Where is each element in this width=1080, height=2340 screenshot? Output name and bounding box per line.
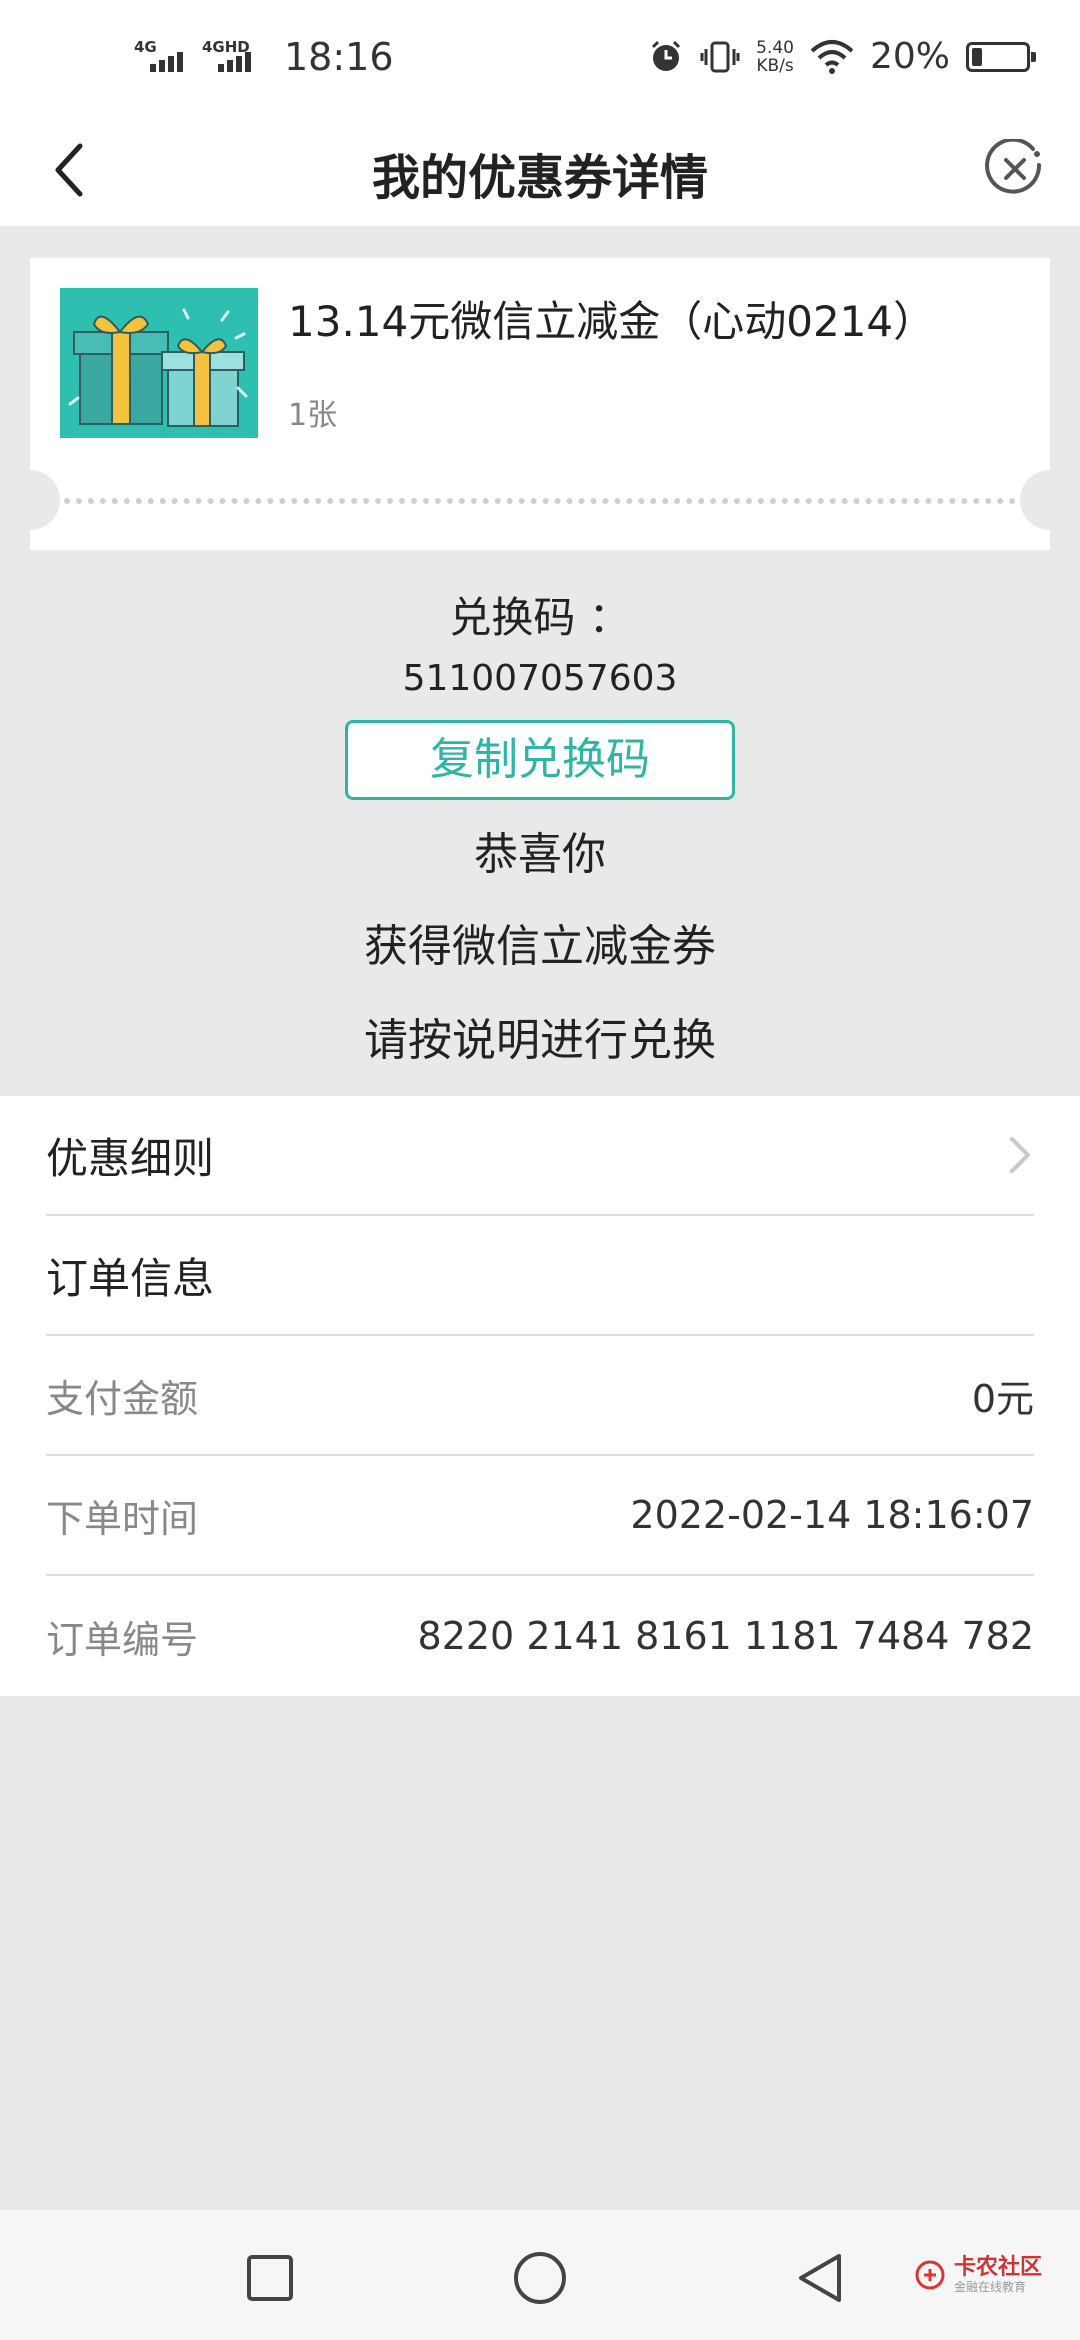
order-number-row: 订单编号 8220 2141 8161 1181 7484 782 (46, 1576, 1034, 1696)
chevron-right-icon (1006, 1135, 1034, 1175)
triangle-back-icon (799, 2254, 841, 2302)
order-number-key: 订单编号 (46, 1617, 199, 1662)
coupon-count: 1张 (288, 398, 338, 433)
vibrate-icon (700, 41, 740, 72)
details-panel: 优惠细则 订单信息 支付金额 0元 下单时间 2022-02-14 18:16:… (0, 1096, 1080, 1696)
watermark-subtitle: 金融在线教育 (953, 2280, 1026, 2294)
clock: 18:16 (284, 35, 394, 79)
coupon-card: 13.14元微信立减金（心动0214） 1张 (0, 258, 1080, 550)
instruction-text: 请按说明进行兑换 (364, 1015, 716, 1066)
signal-icon-1: 4G (134, 34, 192, 80)
close-circle-icon (985, 139, 1042, 194)
rules-row[interactable]: 优惠细则 (46, 1096, 1034, 1216)
order-time-value: 2022-02-14 18:16:07 (630, 1493, 1034, 1537)
system-nav-bar: 卡农社区 金融在线教育 (0, 2210, 1080, 2340)
coupon-name: 13.14元微信立减金（心动0214） (288, 297, 936, 346)
wifi-icon (810, 39, 854, 74)
rules-label: 优惠细则 (46, 1133, 215, 1183)
congrats-text: 恭喜你 (474, 829, 606, 880)
gift-boxes-icon (60, 288, 258, 438)
payment-amount-key: 支付金额 (46, 1376, 199, 1421)
page-title: 我的优惠券详情 (371, 150, 708, 206)
reward-text: 获得微信立减金券 (364, 921, 716, 972)
redeem-code-label: 兑换码 ： (449, 593, 631, 642)
status-right: 5.40 KB/s 20% (648, 36, 1036, 77)
net-speed-unit: KB/s (756, 55, 794, 76)
battery-percent: 20% (869, 36, 950, 77)
watermark-title: 卡农社区 (953, 2255, 1042, 2280)
order-time-key: 下单时间 (46, 1496, 199, 1541)
payment-amount-row: 支付金额 0元 (46, 1336, 1034, 1456)
status-left: 4G 4GHD 18:16 (134, 34, 394, 80)
battery-icon (966, 41, 1036, 72)
order-number-value: 8220 2141 8161 1181 7484 782 (417, 1614, 1034, 1658)
coupon-notch-left (0, 470, 60, 530)
close-button[interactable] (980, 134, 1050, 204)
copy-code-button[interactable]: 复制兑换码 (345, 720, 735, 800)
square-icon (247, 2255, 293, 2301)
status-bar: 4G 4GHD 18:16 5.40 KB/s 20% (0, 0, 1080, 118)
net-speed: 5.40 KB/s (756, 39, 794, 75)
watermark-logo-icon (915, 2260, 945, 2290)
net-speed-value: 5.40 (756, 37, 794, 58)
home-button[interactable] (500, 2238, 580, 2318)
order-info-header: 订单信息 (46, 1216, 1034, 1336)
alarm-icon (652, 40, 681, 71)
coupon-divider (64, 498, 1016, 504)
battery-fill (972, 47, 982, 66)
order-info-label: 订单信息 (46, 1253, 215, 1303)
coupon-notch-right (1020, 470, 1080, 530)
signal-icon-2: 4GHD (202, 34, 260, 80)
payment-amount-value: 0元 (971, 1376, 1034, 1421)
title-bar: 我的优惠券详情 (0, 118, 1080, 226)
recents-button[interactable] (230, 2238, 310, 2318)
back-nav-button[interactable] (780, 2238, 860, 2318)
circle-icon (514, 2252, 566, 2304)
watermark: 卡农社区 金融在线教育 (914, 2256, 1042, 2294)
order-time-row: 下单时间 2022-02-14 18:16:07 (46, 1456, 1034, 1576)
redeem-code: 511007057603 (402, 658, 678, 699)
